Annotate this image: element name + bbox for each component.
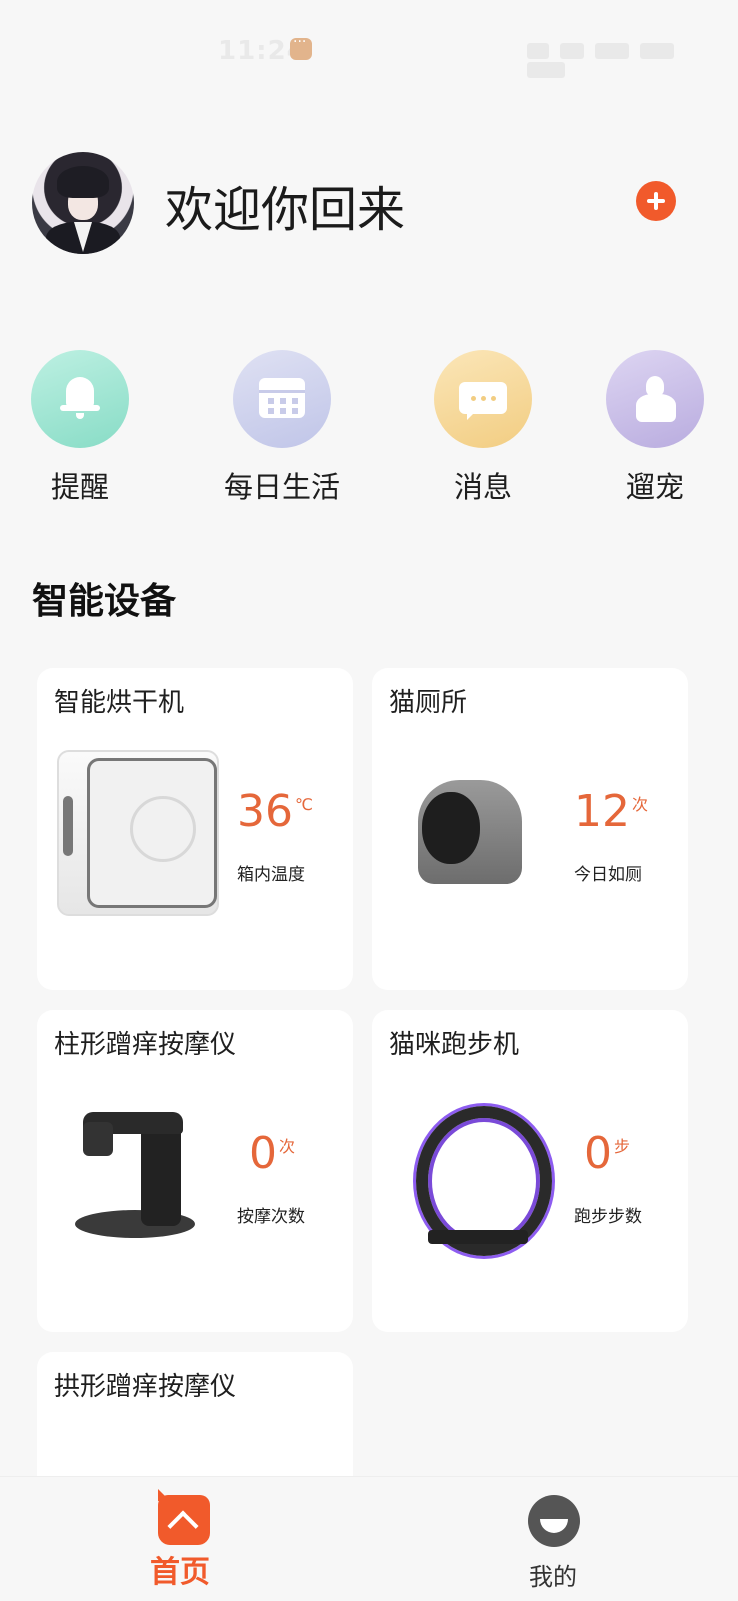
device-card-litter-box[interactable]: 猫厕所 12 次 今日如厕 xyxy=(372,668,688,990)
tab-home-label: 首页 xyxy=(150,1555,210,1590)
status-bar: 11:24 xyxy=(0,30,738,78)
status-indicators xyxy=(521,40,706,78)
device-card-cat-treadmill[interactable]: 猫咪跑步机 0步 跑步步数 xyxy=(372,1010,688,1332)
tab-mine-label: 我的 xyxy=(529,1563,577,1591)
signal-icon xyxy=(595,42,630,59)
quick-action-label: 提醒 xyxy=(50,470,109,504)
quick-action-label: 消息 xyxy=(453,470,512,504)
device-value: 12 次 xyxy=(574,786,649,837)
device-name: 猫咪跑步机 xyxy=(389,1030,520,1060)
litter-box-image xyxy=(418,780,522,884)
chat-icon xyxy=(434,350,532,448)
device-caption: 今日如厕 xyxy=(574,865,642,885)
home-icon xyxy=(158,1489,210,1545)
wifi-icon xyxy=(560,42,585,59)
avatar[interactable] xyxy=(32,152,134,254)
calendar-icon xyxy=(233,350,331,448)
add-device-button[interactable] xyxy=(636,181,676,221)
device-card-dryer[interactable]: 智能烘干机 36 ℃ 箱内温度 xyxy=(37,668,353,990)
message-notification-icon xyxy=(290,34,312,60)
dryer-image xyxy=(57,750,219,916)
device-value: 0步 xyxy=(584,1128,631,1179)
welcome-title: 欢迎你回来 xyxy=(165,182,406,238)
pet-icon xyxy=(606,350,704,448)
signal-icon xyxy=(640,42,675,59)
device-card-pillar-massager[interactable]: 柱形蹭痒按摩仪 0次 按摩次数 xyxy=(37,1010,353,1332)
quick-action-reminder[interactable]: 提醒 xyxy=(0,350,160,506)
device-card-arch-massager[interactable]: 拱形蹭痒按摩仪 xyxy=(37,1352,353,1492)
device-caption: 按摩次数 xyxy=(237,1207,305,1227)
quick-action-label: 遛宠 xyxy=(625,470,684,504)
device-value: 36 ℃ xyxy=(237,786,313,837)
device-value: 0次 xyxy=(249,1128,296,1179)
alarm-icon xyxy=(527,42,549,59)
bell-icon xyxy=(31,350,129,448)
device-caption: 跑步步数 xyxy=(574,1207,642,1227)
bottom-tab-bar: 首页 我的 xyxy=(0,1476,738,1601)
battery-icon xyxy=(527,61,565,78)
device-caption: 箱内温度 xyxy=(237,865,305,885)
quick-action-walk-pet[interactable]: 遛宠 xyxy=(575,350,735,506)
section-title: 智能设备 xyxy=(32,581,177,622)
device-name: 智能烘干机 xyxy=(54,688,185,718)
quick-action-label: 每日生活 xyxy=(223,470,340,504)
profile-icon xyxy=(528,1495,580,1547)
quick-action-messages[interactable]: 消息 xyxy=(403,350,563,506)
device-name: 柱形蹭痒按摩仪 xyxy=(54,1030,237,1060)
quick-action-daily-life[interactable]: 每日生活 xyxy=(202,350,362,506)
device-name: 拱形蹭痒按摩仪 xyxy=(54,1372,237,1402)
device-name: 猫厕所 xyxy=(389,688,468,718)
